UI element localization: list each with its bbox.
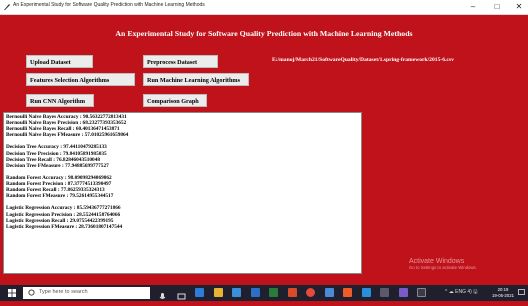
close-button[interactable]: ✕ <box>512 0 526 14</box>
taskbar-search-box[interactable]: Type here to search <box>23 287 150 299</box>
cmd-icon[interactable] <box>380 288 389 297</box>
minimize-button[interactable]: – <box>466 0 480 14</box>
watermark-subtitle: Go to Settings to activate Windows. <box>409 265 477 270</box>
maximize-button[interactable]: □ <box>490 0 504 14</box>
store-icon[interactable] <box>232 288 241 297</box>
clock-date: 19-05-2021 <box>492 292 514 298</box>
upload-dataset-button[interactable]: Upload Dataset <box>26 55 93 68</box>
microphone-icon[interactable] <box>158 288 167 299</box>
result-line: Logistic Regression FMeasure : 28.736018… <box>6 223 123 230</box>
features-selection-button[interactable]: Features Selection Algorithms <box>26 73 135 86</box>
python-icon[interactable] <box>325 288 334 297</box>
results-text-area[interactable]: Bernoulli Naive Bayes Accuracy : 90.5632… <box>3 112 362 274</box>
feather-app-icon <box>4 4 10 10</box>
page-title: An Experimental Study for Software Quali… <box>115 29 413 38</box>
activate-windows-watermark: Activate Windows Go to Settings to activ… <box>409 258 477 270</box>
excel-icon[interactable] <box>269 288 278 297</box>
watermark-title: Activate Windows <box>409 258 465 265</box>
file-explorer-icon[interactable] <box>214 288 223 297</box>
search-placeholder: Type here to search <box>39 289 88 295</box>
app-icon-orange[interactable] <box>343 288 352 297</box>
run-cnn-button[interactable]: Run CNN Algorithm <box>26 94 94 107</box>
task-view-icon[interactable] <box>177 288 186 300</box>
notification-icon[interactable] <box>518 289 525 296</box>
window-title: An Experimental Study for Software Quali… <box>13 2 205 8</box>
system-tray[interactable]: ^ ☁ ENG 4) 🖫 <box>445 289 477 297</box>
dataset-path-label: E:/manoj/March21/SoftwareQuality/Dataset… <box>272 57 454 63</box>
chrome-icon[interactable] <box>306 288 315 297</box>
taskbar-clock[interactable]: 20:19 19-05-2021 <box>491 287 515 298</box>
windows-start-icon[interactable] <box>8 289 16 297</box>
comparison-graph-button[interactable]: Comparison Graph <box>143 94 207 107</box>
app-icon-purple[interactable] <box>399 288 408 297</box>
window-titlebar: An Experimental Study for Software Quali… <box>0 0 528 15</box>
preprocess-dataset-button[interactable]: Preprocess Dataset <box>143 55 218 68</box>
running-window-icon[interactable] <box>417 288 426 297</box>
powerpoint-icon[interactable] <box>288 288 297 297</box>
app-icon-blue[interactable] <box>362 288 371 297</box>
search-icon <box>28 289 35 296</box>
taskbar: Type here to search ^ ☁ ENG 4) 🖫 20:19 1… <box>0 285 528 301</box>
run-ml-algorithms-button[interactable]: Run Machine Learning Algorithms <box>143 73 249 86</box>
word-icon[interactable] <box>251 288 260 297</box>
edge-browser-icon[interactable] <box>195 288 204 297</box>
